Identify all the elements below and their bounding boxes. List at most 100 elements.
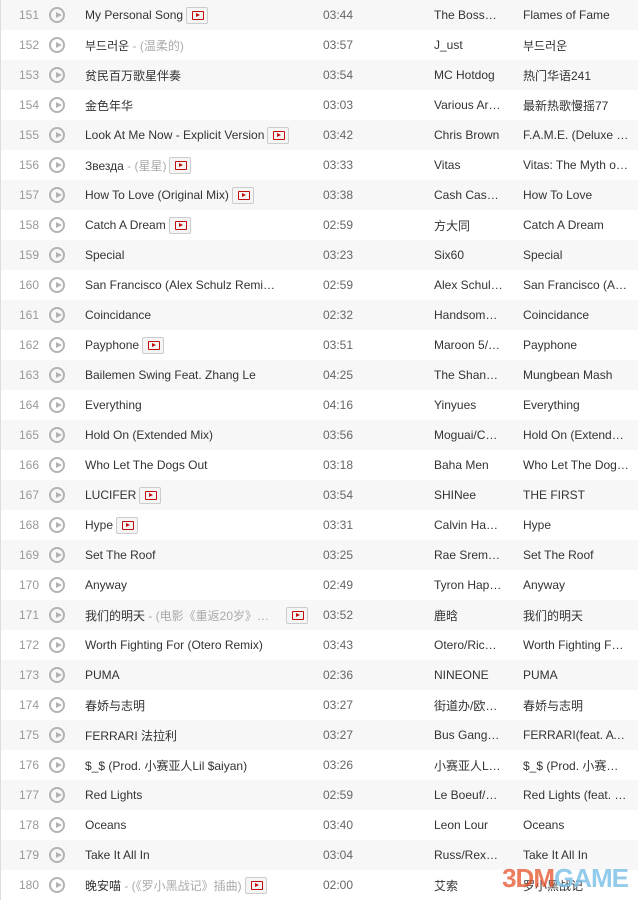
- song-title[interactable]: 晚安喵 - (《罗小黑战记》插曲): [85, 877, 242, 894]
- mv-video-icon[interactable]: [244, 876, 267, 894]
- mv-video-icon[interactable]: [142, 336, 165, 354]
- album-link[interactable]: San Francisco (A…: [523, 278, 631, 292]
- album-link[interactable]: Mungbean Mash: [523, 368, 631, 382]
- play-icon[interactable]: [49, 7, 65, 23]
- album-link[interactable]: PUMA: [523, 668, 631, 682]
- song-row[interactable]: 152 부드러운 - (温柔的) 03:57 J_ust 부드러운: [1, 30, 638, 60]
- song-row[interactable]: 168 Hype 03:31 Calvin Ha… Hype: [1, 510, 638, 540]
- play-icon[interactable]: [49, 697, 65, 713]
- artist-link[interactable]: Vitas: [434, 158, 506, 172]
- play-icon[interactable]: [49, 157, 65, 173]
- artist-link[interactable]: NINEONE: [434, 668, 506, 682]
- song-title[interactable]: Oceans: [85, 818, 126, 832]
- song-title[interactable]: Everything: [85, 398, 142, 412]
- mv-video-icon[interactable]: [116, 516, 139, 534]
- song-title[interactable]: Bailemen Swing Feat. Zhang Le: [85, 368, 256, 382]
- song-row[interactable]: 173 PUMA 02:36 NINEONE PUMA: [1, 660, 638, 690]
- album-link[interactable]: FERRARI(feat. AT…: [523, 728, 631, 742]
- album-link[interactable]: 我们的明天: [523, 607, 631, 624]
- mv-video-icon[interactable]: [139, 486, 162, 504]
- artist-link[interactable]: 艾索: [434, 877, 506, 894]
- play-icon[interactable]: [49, 217, 65, 233]
- album-link[interactable]: Coincidance: [523, 308, 631, 322]
- artist-link[interactable]: Rae Srem…: [434, 548, 506, 562]
- play-icon[interactable]: [49, 547, 65, 563]
- artist-link[interactable]: SHINee: [434, 488, 506, 502]
- play-icon[interactable]: [49, 337, 65, 353]
- album-link[interactable]: Anyway: [523, 578, 631, 592]
- artist-link[interactable]: Six60: [434, 248, 506, 262]
- song-title[interactable]: FERRARI 法拉利: [85, 727, 177, 744]
- artist-link[interactable]: 鹿晗: [434, 607, 506, 624]
- artist-link[interactable]: MC Hotdog: [434, 68, 506, 82]
- song-title[interactable]: Hype: [85, 518, 113, 532]
- song-title[interactable]: $_$ (Prod. 小赛亚人Lil $aiyan): [85, 757, 247, 774]
- artist-link[interactable]: J_ust: [434, 38, 506, 52]
- artist-link[interactable]: The Shan…: [434, 368, 506, 382]
- play-icon[interactable]: [49, 727, 65, 743]
- song-title[interactable]: Звезда - (星星): [85, 157, 166, 174]
- play-icon[interactable]: [49, 307, 65, 323]
- album-link[interactable]: Hype: [523, 518, 631, 532]
- artist-link[interactable]: Moguai/C…: [434, 428, 506, 442]
- artist-link[interactable]: Le Boeuf/…: [434, 788, 506, 802]
- song-title[interactable]: 我们的明天 - (电影《重返20岁》…: [85, 607, 269, 624]
- song-row[interactable]: 169 Set The Roof 03:25 Rae Srem… Set The…: [1, 540, 638, 570]
- mv-video-icon[interactable]: [231, 186, 254, 204]
- song-title[interactable]: Take It All In: [85, 848, 150, 862]
- song-title[interactable]: 金色年华: [85, 97, 133, 114]
- play-icon[interactable]: [49, 127, 65, 143]
- artist-link[interactable]: Russ/Rex…: [434, 848, 506, 862]
- mv-video-icon[interactable]: [267, 126, 290, 144]
- song-title[interactable]: Anyway: [85, 578, 127, 592]
- artist-link[interactable]: 街道办/欧…: [434, 697, 506, 714]
- play-icon[interactable]: [49, 457, 65, 473]
- album-link[interactable]: Red Lights (feat. …: [523, 788, 631, 802]
- song-title[interactable]: Coincidance: [85, 308, 151, 322]
- artist-link[interactable]: 小赛亚人L…: [434, 757, 506, 774]
- artist-link[interactable]: Chris Brown: [434, 128, 506, 142]
- album-link[interactable]: Payphone: [523, 338, 631, 352]
- artist-link[interactable]: Alex Schul…: [434, 278, 506, 292]
- song-row[interactable]: 176 $_$ (Prod. 小赛亚人Lil $aiyan) 03:26 小赛亚…: [1, 750, 638, 780]
- play-icon[interactable]: [49, 817, 65, 833]
- artist-link[interactable]: Tyron Hap…: [434, 578, 506, 592]
- album-link[interactable]: THE FIRST: [523, 488, 631, 502]
- play-icon[interactable]: [49, 877, 65, 893]
- song-row[interactable]: 166 Who Let The Dogs Out 03:18 Baha Men …: [1, 450, 638, 480]
- song-row[interactable]: 157 How To Love (Original Mix) 03:38 Cas…: [1, 180, 638, 210]
- play-icon[interactable]: [49, 757, 65, 773]
- artist-link[interactable]: 方大同: [434, 217, 506, 234]
- mv-video-icon[interactable]: [168, 216, 191, 234]
- song-row[interactable]: 151 My Personal Song 03:44 The Boss… Fla…: [1, 0, 638, 30]
- artist-link[interactable]: Leon Lour: [434, 818, 506, 832]
- play-icon[interactable]: [49, 97, 65, 113]
- play-icon[interactable]: [49, 787, 65, 803]
- song-title[interactable]: Catch A Dream: [85, 218, 166, 232]
- play-icon[interactable]: [49, 367, 65, 383]
- song-row[interactable]: 155 Look At Me Now - Explicit Version 03…: [1, 120, 638, 150]
- song-title[interactable]: Hold On (Extended Mix): [85, 428, 213, 442]
- album-link[interactable]: Take It All In: [523, 848, 631, 862]
- album-link[interactable]: Flames of Fame: [523, 8, 631, 22]
- song-row[interactable]: 161 Coincidance 02:32 Handsom… Coincidan…: [1, 300, 638, 330]
- play-icon[interactable]: [49, 577, 65, 593]
- mv-video-icon[interactable]: [169, 156, 192, 174]
- artist-link[interactable]: Baha Men: [434, 458, 506, 472]
- song-row[interactable]: 163 Bailemen Swing Feat. Zhang Le 04:25 …: [1, 360, 638, 390]
- album-link[interactable]: 부드러운: [523, 37, 631, 54]
- play-icon[interactable]: [49, 37, 65, 53]
- play-icon[interactable]: [49, 187, 65, 203]
- song-row[interactable]: 162 Payphone 03:51 Maroon 5/… Payphone: [1, 330, 638, 360]
- album-link[interactable]: Oceans: [523, 818, 631, 832]
- song-title[interactable]: How To Love (Original Mix): [85, 188, 229, 202]
- song-row[interactable]: 156 Звезда - (星星) 03:33 Vitas Vitas: The…: [1, 150, 638, 180]
- album-link[interactable]: Vitas: The Myth of…: [523, 158, 631, 172]
- song-row[interactable]: 154 金色年华 03:03 Various Ar… 最新热歌慢摇77: [1, 90, 638, 120]
- song-title[interactable]: PUMA: [85, 668, 120, 682]
- song-title[interactable]: Payphone: [85, 338, 139, 352]
- album-link[interactable]: 最新热歌慢摇77: [523, 97, 631, 114]
- song-title[interactable]: LUCIFER: [85, 488, 136, 502]
- song-row[interactable]: 164 Everything 04:16 Yinyues Everything: [1, 390, 638, 420]
- song-title[interactable]: Special: [85, 248, 124, 262]
